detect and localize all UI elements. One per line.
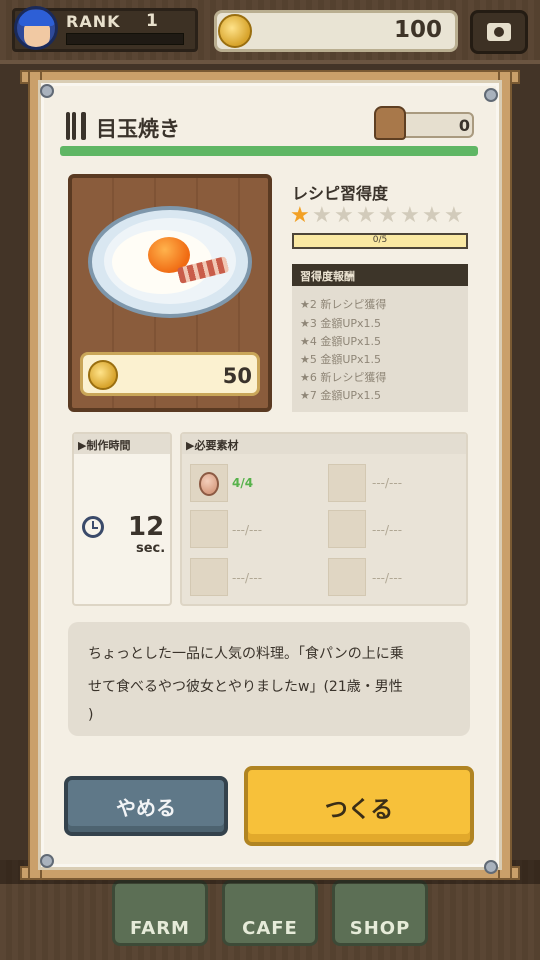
- reward-item: ★2 新レシピ獲得: [300, 298, 387, 311]
- mastery-star-icon: ★: [444, 203, 464, 228]
- header-divider: [60, 146, 478, 156]
- nav-shop-label: SHOP: [349, 918, 411, 939]
- cancel-button-label: やめる: [116, 796, 176, 820]
- recipe-title: 目玉焼き: [96, 117, 180, 141]
- mastery-star-icon: ★: [334, 203, 354, 228]
- reward-item: ★4 金額UPx1.5: [300, 335, 382, 348]
- material-count: ---/---: [372, 523, 403, 537]
- materials-header: ▶必要素材: [186, 439, 239, 452]
- camera-button[interactable]: [470, 10, 528, 54]
- reward-item: ★5 金額UPx1.5: [300, 353, 382, 366]
- description-line: ちょっとした一品に人気の料理。「食パンの上に乗: [88, 646, 404, 662]
- coin-icon: [218, 14, 252, 48]
- reward-header: 習得度報酬: [300, 270, 355, 283]
- description-line: せて食べるやつ彼女とやりましたw」(21歳・男性: [88, 679, 403, 695]
- top-bar: RANK 1 100: [0, 0, 540, 64]
- backpack-icon: [374, 106, 406, 140]
- material-slot: [190, 510, 228, 548]
- rank-value: 1: [146, 11, 158, 31]
- material-slot: [190, 558, 228, 596]
- clock-icon: [82, 516, 104, 538]
- coin-value: 100: [393, 17, 442, 43]
- coin-icon: [88, 360, 118, 390]
- material-count: ---/---: [372, 476, 403, 490]
- nav-farm-label: FARM: [130, 918, 190, 939]
- inventory-count: 0: [458, 116, 470, 135]
- mastery-star-icon: ★: [378, 203, 398, 228]
- corner-pin: [40, 854, 54, 868]
- nav-cafe-label: CAFE: [242, 918, 298, 939]
- material-slot: [328, 464, 366, 502]
- rank-label: RANK: [66, 12, 121, 31]
- material-slot: [328, 558, 366, 596]
- reward-item: ★6 新レシピ獲得: [300, 371, 387, 384]
- material-count: ---/---: [232, 571, 263, 585]
- mastery-star-icon: ★: [312, 203, 332, 228]
- fork-knife-icon: [64, 112, 88, 140]
- reward-item: ★7 金額UPx1.5: [300, 389, 382, 402]
- material-slot: [328, 510, 366, 548]
- mastery-progress-text: 0/5: [372, 235, 388, 245]
- mastery-star-icon: ★: [356, 203, 376, 228]
- material-count: ---/---: [372, 571, 403, 585]
- rank-progress-bar: [66, 33, 184, 45]
- make-button-label: つくる: [324, 797, 394, 823]
- production-time-unit: sec.: [136, 541, 166, 556]
- corner-pin: [484, 88, 498, 102]
- camera-icon: [487, 23, 511, 41]
- price-value: 50: [222, 364, 252, 388]
- reward-item: ★3 金額UPx1.5: [300, 317, 382, 330]
- material-count: 4/4: [232, 476, 254, 490]
- egg-icon: [199, 472, 219, 496]
- mastery-star-icon: ★: [422, 203, 442, 228]
- mastery-star-icon: ★: [400, 203, 420, 228]
- material-count: ---/---: [232, 523, 263, 537]
- mastery-label: レシピ習得度: [292, 184, 389, 203]
- corner-pin: [40, 84, 54, 98]
- description-line: ): [88, 707, 94, 723]
- mastery-star-icon: ★: [290, 203, 310, 228]
- production-time-value: 12: [128, 512, 165, 542]
- corner-pin: [484, 860, 498, 874]
- player-avatar[interactable]: [14, 6, 58, 50]
- production-time-header: ▶制作時間: [78, 439, 131, 452]
